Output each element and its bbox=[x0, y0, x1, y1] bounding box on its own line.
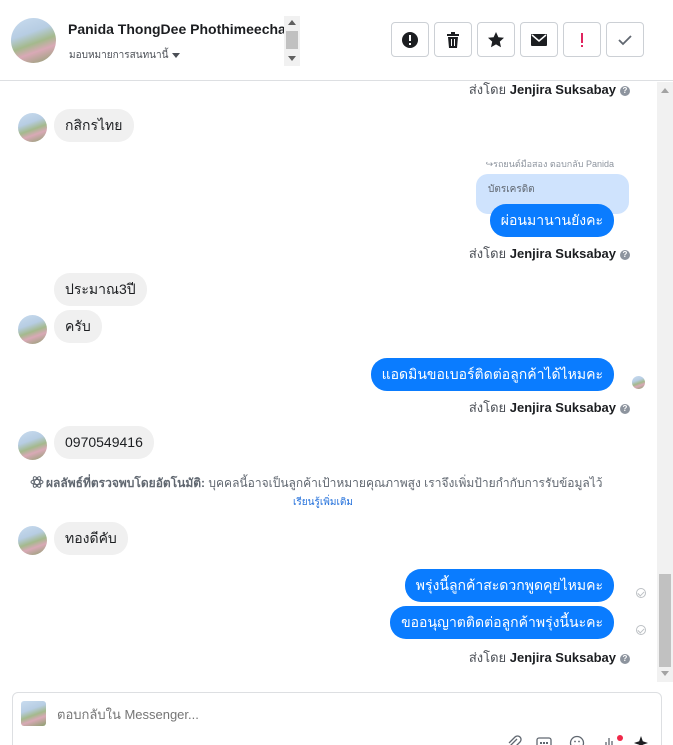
assign-conversation-dropdown[interactable]: มอบหมายการสนทนานี้ bbox=[69, 48, 181, 63]
seen-avatar bbox=[632, 376, 645, 389]
thread-scrollbar[interactable] bbox=[657, 82, 673, 682]
reply-context: ↪รถยนต์มือสอง ตอบกลับ Panida bbox=[485, 159, 614, 169]
auto-detected-note: ผลลัพธ์ที่ตรวจพบโดยอัตโนมัติ: บุคคลนี้อา… bbox=[30, 474, 630, 493]
contact-name[interactable]: Panida ThongDee Phothimeechai bbox=[68, 21, 284, 37]
sent-by-label: ส่งโดย Jenjira Suksabay? bbox=[469, 647, 630, 668]
sentby-prefix: ส่งโดย bbox=[468, 400, 507, 415]
done-button[interactable] bbox=[606, 22, 644, 57]
contact-avatar-small bbox=[18, 315, 47, 344]
contact-avatar-small bbox=[18, 431, 47, 460]
scroll-up-icon[interactable] bbox=[661, 88, 669, 93]
envelope-icon bbox=[531, 33, 547, 46]
outgoing-message[interactable]: พรุ่งนี้ลูกค้าสะดวกพูดคุยไหมคะ bbox=[404, 569, 614, 602]
check-icon bbox=[618, 34, 632, 45]
notification-dot bbox=[617, 735, 623, 741]
conversation-header: Panida ThongDee Phothimeechai มอบหมายการ… bbox=[0, 0, 673, 81]
star-button[interactable] bbox=[477, 22, 515, 57]
paperclip-icon[interactable] bbox=[505, 735, 523, 745]
outgoing-message[interactable]: ผ่อนมานานยังคะ bbox=[489, 204, 614, 237]
atom-icon bbox=[30, 476, 44, 488]
scroll-down-icon[interactable] bbox=[661, 671, 669, 676]
sentby-prefix: ส่งโดย bbox=[468, 82, 507, 97]
incoming-message[interactable]: 0970549416 bbox=[54, 426, 154, 459]
contact-avatar[interactable] bbox=[11, 18, 56, 63]
reply-input[interactable] bbox=[57, 707, 617, 722]
contact-avatar-small bbox=[18, 113, 47, 142]
sentby-prefix: ส่งโดย bbox=[468, 246, 507, 261]
name-scrollbar[interactable] bbox=[284, 16, 300, 66]
agent-name: Jenjira Suksabay bbox=[509, 246, 616, 261]
delivered-check-icon bbox=[636, 588, 646, 598]
delivered-check-icon bbox=[636, 625, 646, 635]
outgoing-message[interactable]: ขออนุญาตติดต่อลูกค้าพรุ่งนี้นะคะ bbox=[390, 606, 614, 639]
report-button[interactable] bbox=[391, 22, 429, 57]
incoming-message[interactable]: กสิกรไทย bbox=[54, 109, 134, 142]
info-icon[interactable]: ? bbox=[620, 250, 630, 260]
outgoing-message[interactable]: แอดมินขอเบอร์ติดต่อลูกค้าได้ไหมคะ bbox=[370, 358, 614, 391]
delete-button[interactable] bbox=[434, 22, 472, 57]
info-icon[interactable]: ? bbox=[620, 86, 630, 96]
sentby-prefix: ส่งโดย bbox=[468, 650, 507, 665]
mark-unread-button[interactable] bbox=[520, 22, 558, 57]
auto-detected-title: ผลลัพธ์ที่ตรวจพบโดยอัตโนมัติ: bbox=[46, 476, 206, 490]
scroll-thumb[interactable] bbox=[286, 31, 298, 49]
emoji-icon[interactable] bbox=[568, 735, 586, 745]
spam-button[interactable] bbox=[563, 22, 601, 57]
scroll-thumb[interactable] bbox=[659, 574, 671, 667]
contact-avatar-small bbox=[18, 526, 47, 555]
agent-name: Jenjira Suksabay bbox=[509, 400, 616, 415]
incoming-message[interactable]: ทองดีคับ bbox=[54, 522, 128, 555]
star-icon bbox=[488, 31, 504, 47]
message-thread[interactable]: ส่งโดย Jenjira Suksabay? กสิกรไทย ↪รถยนต… bbox=[0, 82, 658, 682]
inbox-conversation: Panida ThongDee Phothimeechai มอบหมายการ… bbox=[0, 0, 673, 745]
agent-name: Jenjira Suksabay bbox=[509, 82, 616, 97]
reply-composer bbox=[12, 692, 662, 745]
sent-by-label: ส่งโดย Jenjira Suksabay? bbox=[469, 397, 630, 418]
agent-name: Jenjira Suksabay bbox=[509, 650, 616, 665]
sent-by-label: ส่งโดย Jenjira Suksabay? bbox=[469, 243, 630, 264]
scroll-down-icon[interactable] bbox=[288, 56, 296, 61]
sent-by-label: ส่งโดย Jenjira Suksabay? bbox=[469, 82, 630, 100]
exclamation-icon bbox=[581, 32, 583, 47]
hand-icon[interactable] bbox=[600, 735, 618, 745]
exclamation-circle-icon bbox=[402, 31, 418, 48]
learn-more-link[interactable]: เรียนรู้เพิ่มเติม bbox=[293, 495, 353, 510]
scroll-up-icon[interactable] bbox=[288, 20, 296, 25]
incoming-message[interactable]: ครับ bbox=[54, 310, 102, 343]
info-icon[interactable]: ? bbox=[620, 404, 630, 414]
gif-icon[interactable] bbox=[535, 735, 553, 745]
auto-detected-text: บุคคลนี้อาจเป็นลูกค้าเป้าหมายคุณภาพสูง เ… bbox=[208, 476, 603, 490]
assign-label: มอบหมายการสนทนานี้ bbox=[69, 50, 169, 61]
info-icon[interactable]: ? bbox=[620, 654, 630, 664]
incoming-message[interactable]: ประมาณ3ปี bbox=[54, 273, 147, 306]
trash-icon bbox=[447, 31, 459, 48]
page-avatar bbox=[21, 701, 46, 726]
caret-down-icon bbox=[172, 52, 181, 58]
sparkle-icon[interactable] bbox=[632, 735, 650, 745]
